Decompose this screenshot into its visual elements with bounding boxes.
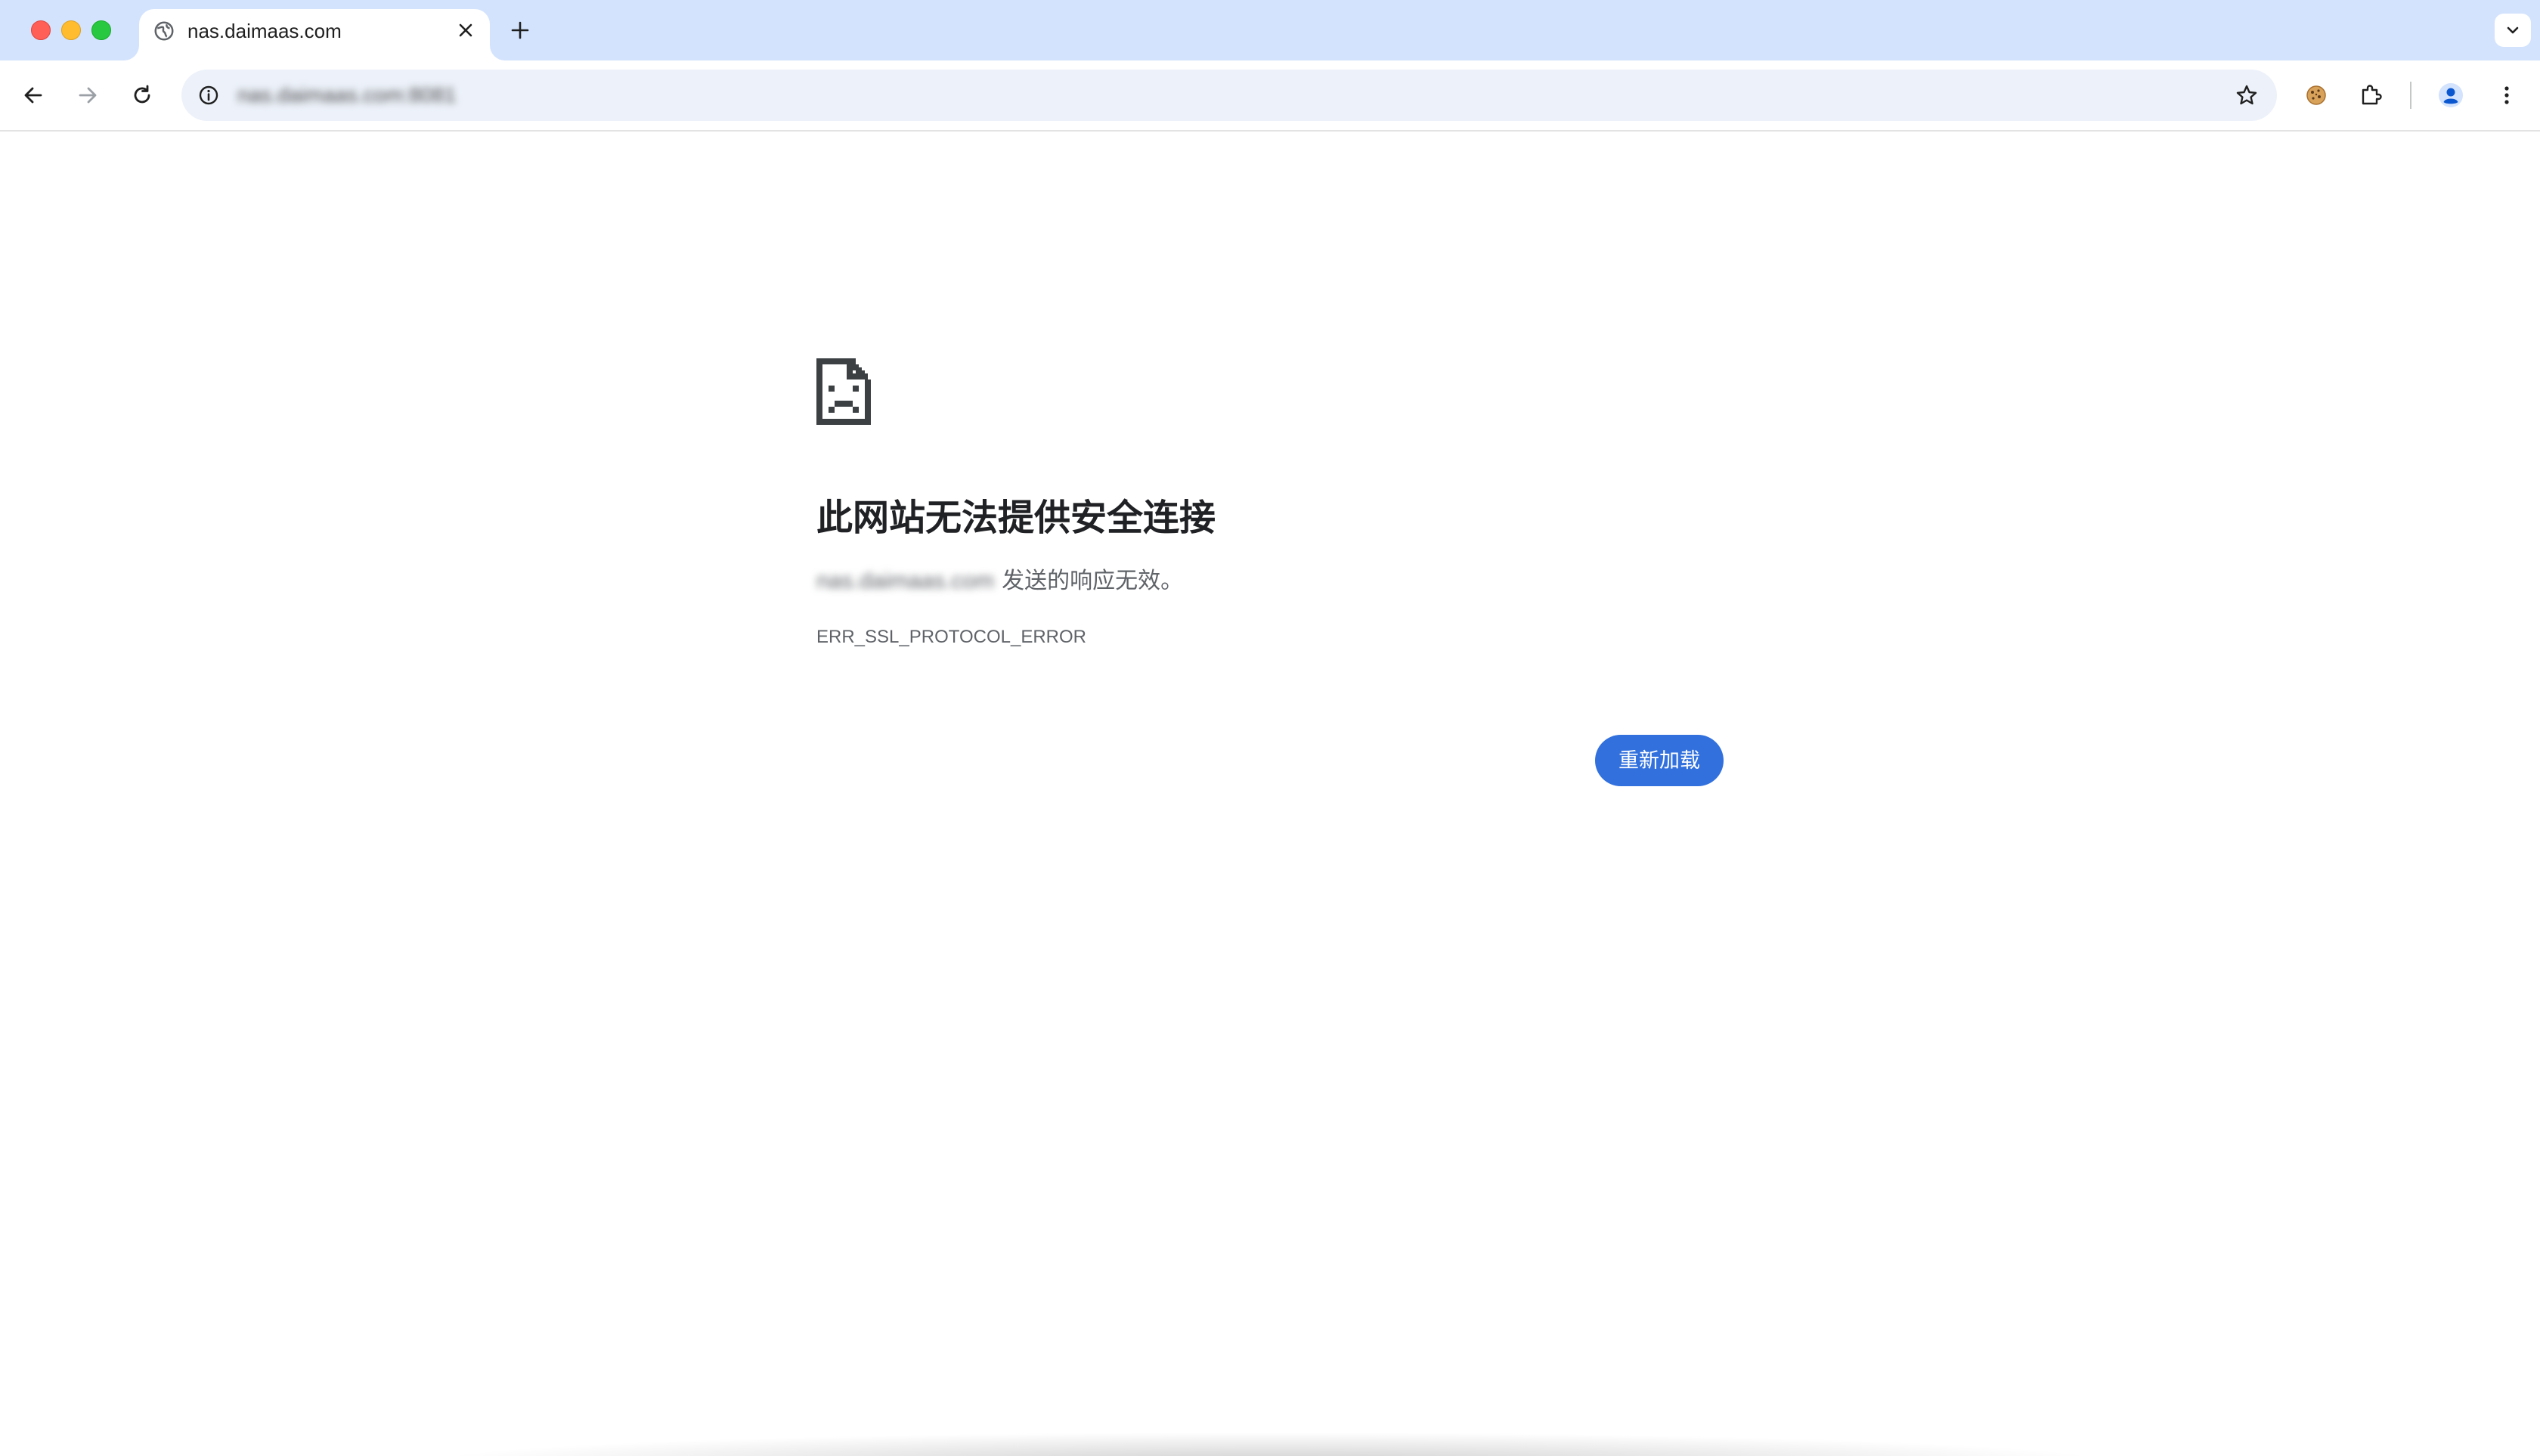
error-description: nas.daimaas.com 发送的响应无效。 (816, 565, 1183, 597)
error-page: 此网站无法提供安全连接 nas.daimaas.com 发送的响应无效。 ERR_… (0, 132, 2540, 1456)
avatar-icon (2439, 83, 2463, 107)
tab-search-button[interactable] (2495, 14, 2531, 47)
globe-icon (153, 20, 175, 42)
new-tab-button[interactable] (505, 15, 535, 45)
profile-button[interactable] (2433, 77, 2469, 113)
reload-button[interactable]: 重新加载 (1595, 735, 1724, 786)
arrow-right-icon (79, 87, 97, 104)
error-host: nas.daimaas.com (816, 568, 995, 593)
menu-button[interactable] (2489, 77, 2525, 113)
error-code: ERR_SSL_PROTOCOL_ERROR (816, 627, 1086, 647)
plus-icon (511, 21, 529, 39)
puzzle-icon (2362, 85, 2382, 105)
close-icon (459, 23, 472, 37)
toolbar: nas.daimaas.com:8081 (0, 60, 2540, 132)
error-heading: 此网站无法提供安全连接 (816, 498, 1216, 538)
site-info-icon[interactable] (194, 80, 224, 110)
minimize-window-button[interactable] (61, 20, 81, 40)
tab-strip: nas.daimaas.com (0, 0, 2540, 60)
page-bottom-shadow (423, 1432, 2117, 1456)
forward-button[interactable] (70, 77, 106, 113)
arrow-left-icon (24, 87, 42, 104)
cookie-icon (2306, 85, 2326, 105)
browser-window: nas.daimaas.com nas.daimaas.com:8081 此网站… (0, 0, 2540, 1456)
zoom-window-button[interactable] (91, 20, 111, 40)
close-window-button[interactable] (31, 20, 51, 40)
star-icon (2236, 85, 2257, 105)
tab-close-button[interactable] (454, 18, 478, 42)
tab-active[interactable]: nas.daimaas.com (139, 9, 490, 60)
toolbar-separator (2410, 82, 2411, 109)
address-url: nas.daimaas.com:8081 (237, 83, 457, 107)
address-bar[interactable]: nas.daimaas.com:8081 (181, 70, 2277, 121)
back-button[interactable] (15, 77, 51, 113)
more-vertical-icon (2504, 86, 2509, 104)
chevron-down-icon (2507, 26, 2519, 34)
sad-page-icon (816, 358, 871, 425)
refresh-icon (134, 85, 150, 104)
reload-page-button[interactable] (124, 77, 160, 113)
bookmark-star-button[interactable] (2232, 80, 2262, 110)
cookie-extension-button[interactable] (2298, 77, 2334, 113)
extensions-button[interactable] (2353, 77, 2389, 113)
tab-title: nas.daimaas.com (187, 20, 342, 42)
error-description-text: 发送的响应无效。 (1002, 568, 1184, 593)
